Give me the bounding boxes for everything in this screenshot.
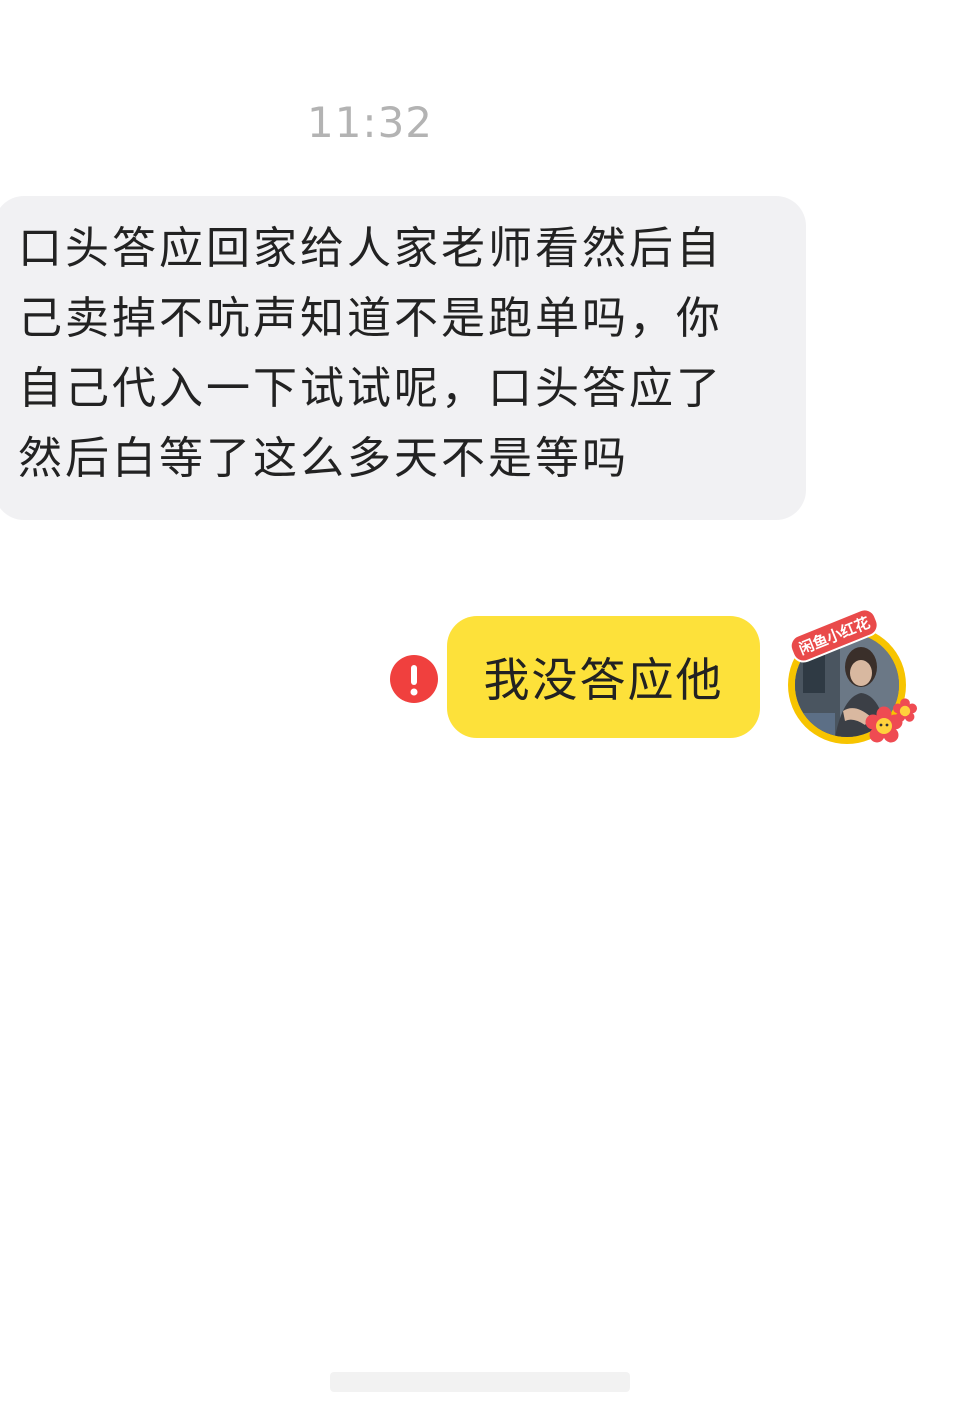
outgoing-message-text: 我没答应他 (483, 653, 724, 707)
error-icon[interactable] (390, 655, 438, 703)
small-flower-icon (892, 698, 918, 722)
watermark (330, 1372, 630, 1392)
exclamation-icon (410, 665, 418, 696)
incoming-message-bubble[interactable]: 口头答应回家给人家老师看然后自己卖掉不吭声知道不是跑单吗，你自己代入一下试试呢，… (0, 196, 806, 520)
user-avatar[interactable]: 闲鱼小红花 (780, 604, 920, 758)
outgoing-message-bubble[interactable]: 我没答应他 (447, 616, 760, 738)
incoming-message-text: 口头答应回家给人家老师看然后自己卖掉不吭声知道不是跑单吗，你自己代入一下试试呢，… (18, 223, 723, 484)
message-timestamp: 11:32 (306, 98, 434, 147)
